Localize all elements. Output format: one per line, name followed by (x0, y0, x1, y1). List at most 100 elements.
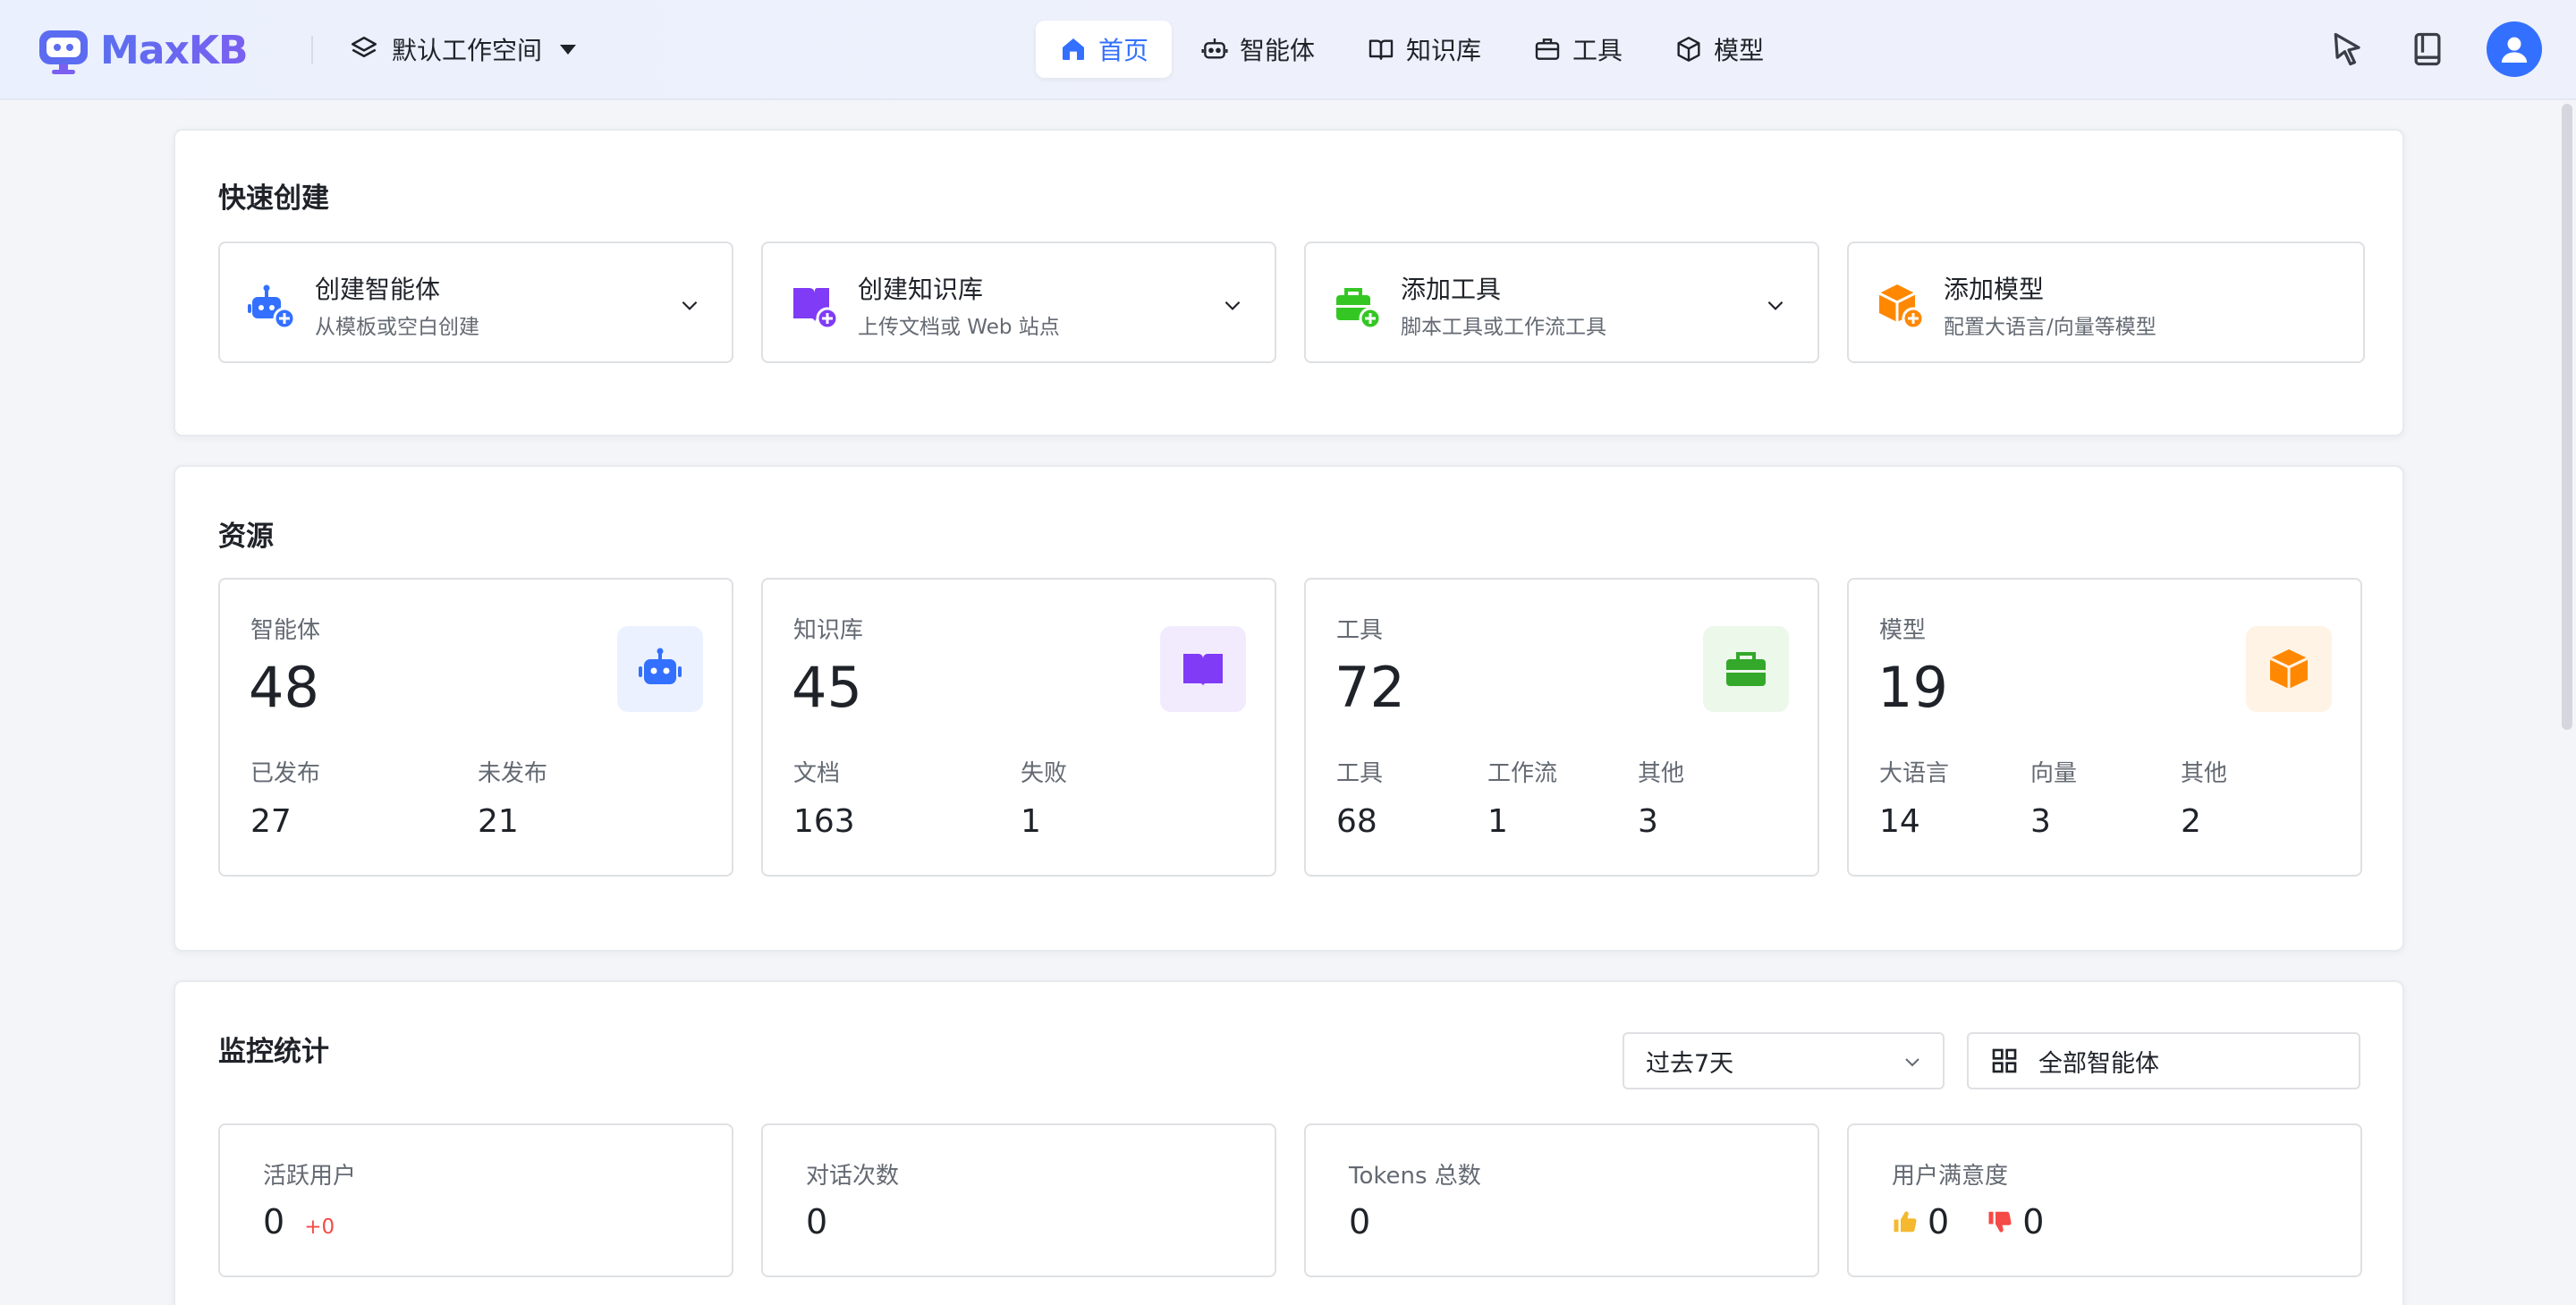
resource-badge (1703, 626, 1789, 712)
docs-icon[interactable] (2408, 30, 2447, 69)
resource-label: 模型 (1879, 617, 1927, 644)
nav-tools-label: 工具 (1572, 36, 1623, 65)
nav-knowledge-label: 知识库 (1406, 36, 1482, 65)
home-icon (1063, 38, 1084, 60)
main-nav: 首页 智能体 知识库 工具 模型 (1036, 20, 1787, 79)
stat-value: 1 (1021, 803, 1041, 840)
cube-icon (1677, 37, 1700, 62)
toolbox-icon (1535, 38, 1560, 60)
monitor-title: 监控统计 (218, 1036, 329, 1068)
stat-value: 14 (1879, 803, 1920, 840)
create-agent-subtitle: 从模板或空白创建 (315, 316, 479, 339)
grid-icon (1992, 1048, 2017, 1073)
layers-icon (351, 36, 377, 58)
pointer-icon[interactable] (2329, 30, 2368, 69)
thumbs-up-icon (1894, 1211, 1917, 1233)
book-plus-icon (793, 288, 839, 330)
resource-count: 48 (249, 655, 319, 720)
stat-label: 其他 (1638, 760, 1685, 787)
stat-label: 工具 (1336, 760, 1384, 787)
stat-value-row: 0 (806, 1202, 827, 1241)
monitor-panel: 监控统计 过去7天 全部智能体 活跃用户 0 +0 对话次数 0 Tokens … (174, 980, 2404, 1305)
agent-filter-select[interactable]: 全部智能体 (1967, 1032, 2360, 1089)
page-scrollbar[interactable] (2562, 104, 2572, 730)
resources-panel: 资源 智能体 48 已发布 27 未发布 21 知识库 45 文档 163 失败… (174, 465, 2404, 952)
chevron-down-icon[interactable] (1764, 293, 1787, 317)
cube-icon (2269, 649, 2309, 689)
cube-plus-icon (1878, 284, 1925, 330)
stat-card-conversations: 对话次数 0 (761, 1123, 1276, 1277)
time-range-select[interactable]: 过去7天 (1623, 1032, 1945, 1089)
top-header: MaxKB 默认工作空间 首页 智能体 知识库 工具 模型 (0, 0, 2576, 100)
add-tool-subtitle: 脚本工具或工作流工具 (1401, 316, 1606, 339)
resource-card-agents[interactable]: 智能体 48 已发布 27 未发布 21 (218, 578, 733, 877)
stat-value: 1 (1487, 803, 1508, 840)
robot-plus-icon (248, 284, 296, 330)
stat-value: 2 (2181, 803, 2201, 840)
header-divider (311, 36, 313, 64)
time-range-value: 过去7天 (1646, 1049, 1734, 1078)
stat-card-tokens: Tokens 总数 0 (1304, 1123, 1819, 1277)
stat-value: 0 (806, 1202, 828, 1241)
resource-label: 知识库 (793, 617, 864, 644)
workspace-selector[interactable]: 默认工作空间 (349, 27, 577, 72)
robot-logo-icon (39, 30, 88, 74)
stat-label: 活跃用户 (263, 1163, 357, 1190)
add-model-subtitle: 配置大语言/向量等模型 (1944, 316, 2157, 339)
create-agent-card[interactable]: 创建智能体 从模板或空白创建 (218, 242, 733, 363)
book-icon (1183, 654, 1223, 686)
book-icon (1368, 39, 1394, 60)
resource-card-tools[interactable]: 工具 72 工具 68 工作流 1 其他 3 (1304, 578, 1819, 877)
resource-badge (617, 626, 703, 712)
nav-knowledge[interactable]: 知识库 (1343, 21, 1504, 78)
logo-text: MaxKB (100, 27, 248, 73)
toolbox-icon (1726, 652, 1766, 686)
nav-models[interactable]: 模型 (1651, 21, 1787, 78)
resource-card-models[interactable]: 模型 19 大语言 14 向量 3 其他 2 (1847, 578, 2362, 877)
nav-home[interactable]: 首页 (1036, 21, 1173, 78)
maxkb-logo[interactable]: MaxKB (36, 23, 248, 77)
resource-label: 智能体 (250, 617, 321, 644)
create-knowledge-card[interactable]: 创建知识库 上传文档或 Web 站点 (761, 242, 1276, 363)
stat-value-row: 0 (1349, 1202, 1370, 1241)
satisfaction-row: 0 0 (1892, 1202, 2044, 1241)
stat-label: 其他 (2181, 760, 2228, 787)
chevron-down-icon[interactable] (1221, 293, 1244, 317)
resource-count: 72 (1335, 655, 1405, 720)
add-tool-card[interactable]: 添加工具 脚本工具或工作流工具 (1304, 242, 1819, 363)
resource-badge (1160, 626, 1246, 712)
stat-delta: +0 (304, 1216, 335, 1239)
like-count: 0 (1928, 1202, 1950, 1241)
stat-value: 0 (263, 1202, 285, 1241)
resource-count: 45 (792, 655, 862, 720)
stat-value: 27 (250, 803, 292, 840)
stat-label: 未发布 (478, 760, 548, 787)
resources-title: 资源 (218, 521, 274, 553)
nav-tools[interactable]: 工具 (1510, 21, 1646, 78)
stat-card-active-users: 活跃用户 0 +0 (218, 1123, 733, 1277)
nav-home-label: 首页 (1098, 36, 1149, 65)
stat-label: 大语言 (1879, 760, 1950, 787)
add-model-title: 添加模型 (1944, 275, 2045, 304)
create-knowledge-subtitle: 上传文档或 Web 站点 (858, 316, 1060, 339)
stat-value: 0 (1349, 1202, 1371, 1241)
nav-agents[interactable]: 智能体 (1177, 21, 1338, 78)
add-model-card[interactable]: 添加模型 配置大语言/向量等模型 (1847, 242, 2365, 363)
create-agent-title: 创建智能体 (315, 275, 441, 304)
chevron-down-icon[interactable] (678, 293, 701, 317)
add-tool-title: 添加工具 (1401, 275, 1502, 304)
chevron-down-icon (1905, 1058, 1919, 1067)
resource-badge (2246, 626, 2332, 712)
caret-down-icon (560, 44, 577, 55)
stat-label: 已发布 (250, 760, 321, 787)
stat-label: 工作流 (1487, 760, 1558, 787)
stat-value: 68 (1336, 803, 1377, 840)
user-avatar[interactable] (2487, 21, 2542, 77)
dislike-count: 0 (2022, 1202, 2045, 1241)
resource-card-knowledge[interactable]: 知识库 45 文档 163 失败 1 (761, 578, 1276, 877)
agent-filter-value: 全部智能体 (2038, 1049, 2159, 1078)
stat-value: 3 (2030, 803, 2051, 840)
workspace-name: 默认工作空间 (392, 36, 543, 65)
stat-value-row: 0 +0 (263, 1202, 335, 1241)
create-knowledge-title: 创建知识库 (858, 275, 984, 304)
